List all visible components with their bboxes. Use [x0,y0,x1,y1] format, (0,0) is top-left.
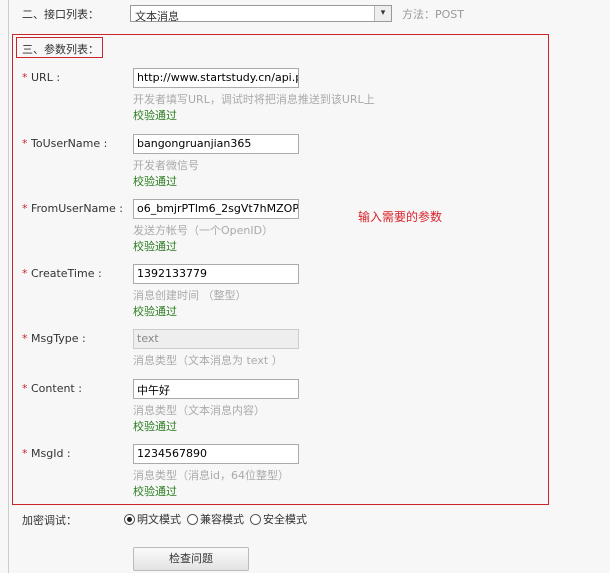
required-asterisk: * [22,202,31,215]
field-hint: 消息类型（消息id，64位整型） [133,469,290,482]
chevron-down-icon[interactable]: ▾ [374,6,391,21]
radio-button[interactable] [124,513,135,525]
verify-status: 校验通过 [133,485,177,498]
field-label: * Content : [22,382,82,395]
field-name: MsgId : [31,447,71,460]
field-input[interactable]: 1234567890 [133,444,299,464]
field-name: Content : [31,382,82,395]
verify-status: 校验通过 [133,175,177,188]
check-problem-button[interactable]: 检查问题 [133,547,249,571]
field-hint: 开发者填写URL，调试时将把消息推送到该URL上 [133,93,375,106]
interface-list-label: 二、接口列表： [22,8,99,21]
encryption-radio-group: 明文模式 兼容模式 安全模式 [124,511,311,527]
field-name: MsgType : [31,332,86,345]
radio-button[interactable] [187,513,198,525]
annotation-note: 输入需要的参数 [358,210,443,224]
required-asterisk: * [22,332,31,345]
required-asterisk: * [22,267,31,280]
required-asterisk: * [22,137,31,150]
field-input[interactable]: http://www.startstudy.cn/api.php [133,68,299,88]
encryption-option[interactable]: 兼容模式 [187,511,244,527]
encryption-option[interactable]: 明文模式 [124,511,181,527]
params-title: 三、参数列表： [16,37,103,58]
field-name: FromUserName : [31,202,123,215]
field-input: text [133,329,299,349]
field-label: * ToUserName : [22,137,107,150]
field-hint: 开发者微信号 [133,159,199,172]
verify-status: 校验通过 [133,240,177,253]
verify-status: 校验通过 [133,305,177,318]
option-label: 安全模式 [263,513,307,526]
left-divider [8,0,9,573]
method-label: 方法：POST [402,8,464,21]
field-name: ToUserName : [31,137,108,150]
interface-select[interactable]: 文本消息 ▾ [130,5,392,23]
radio-button[interactable] [250,513,261,525]
field-input[interactable]: 中午好 [133,379,299,399]
required-asterisk: * [22,71,31,84]
field-input[interactable]: 1392133779 [133,264,299,284]
field-name: URL : [31,71,61,84]
required-asterisk: * [22,382,31,395]
encryption-option[interactable]: 安全模式 [250,511,307,527]
option-label: 兼容模式 [200,513,244,526]
verify-status: 校验通过 [133,109,177,122]
field-label: * CreateTime : [22,267,102,280]
encryption-label: 加密调试： [22,514,77,527]
required-asterisk: * [22,447,31,460]
interface-select-value: 文本消息 [135,10,179,23]
option-label: 明文模式 [137,513,181,526]
field-label: * URL : [22,71,60,84]
field-hint: 消息创建时间 （整型） [133,289,247,302]
field-name: CreateTime : [31,267,102,280]
field-hint: 消息类型（文本消息内容） [133,404,265,417]
verify-status: 校验通过 [133,420,177,433]
field-label: * MsgId : [22,447,71,460]
field-hint: 发送方帐号（一个OpenID） [133,224,274,237]
field-label: * FromUserName : [22,202,123,215]
field-label: * MsgType : [22,332,86,345]
field-hint: 消息类型（文本消息为 text ） [133,354,283,367]
field-input[interactable]: o6_bmjrPTlm6_2sgVt7hMZOPfL2M [133,199,299,219]
field-input[interactable]: bangongruanjian365 [133,134,299,154]
